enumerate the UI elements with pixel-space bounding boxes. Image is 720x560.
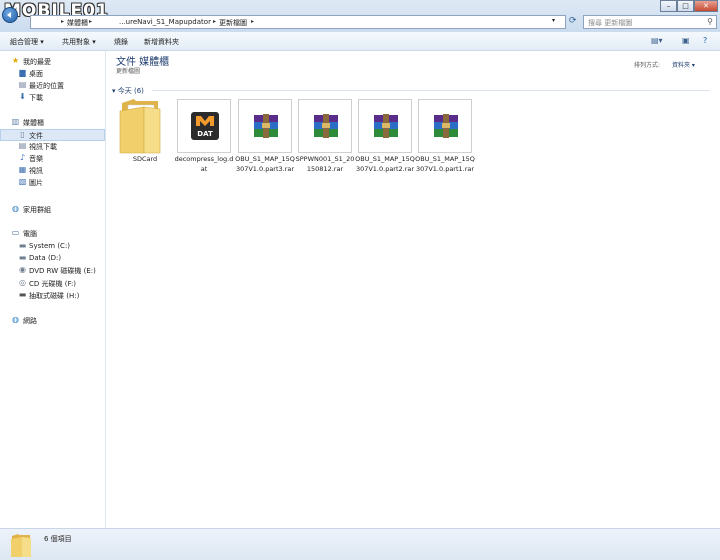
nav-buttons [2, 7, 28, 23]
arrange-by-dropdown[interactable]: 資料夾 ▾ [672, 60, 695, 69]
navigation-pane: ★ 我的最愛 ▆ 桌面 ▤ 最近的位置 ⬇ 下載 ▥ 媒體櫃 ▯ 文件 ▤ 視訊… [0, 51, 106, 528]
folder-icon [11, 534, 31, 557]
maximize-button[interactable]: □ [677, 0, 694, 12]
burn-button[interactable]: 燒錄 [114, 37, 128, 47]
hard-drive-icon: ▬ [18, 253, 27, 262]
svg-text:DAT: DAT [197, 130, 213, 138]
chevron-right-icon: ▸ [89, 18, 93, 25]
nav-video[interactable]: ▦ 視訊 [0, 165, 105, 177]
back-button[interactable] [2, 7, 18, 23]
file-tile-part3-rar[interactable]: OBU_S1_MAP_15Q307V1.0.part3.rar [235, 99, 295, 183]
folder-icon [119, 99, 161, 154]
chevron-right-icon: ▸ [61, 18, 65, 25]
view-options-icon[interactable]: ▤▾ [651, 36, 663, 45]
share-button[interactable]: 共用對象 ▾ [62, 37, 96, 47]
dvd-drive-icon: ◉ [19, 265, 26, 274]
chevron-right-icon: ▸ [251, 18, 255, 25]
file-tile-part1-rar[interactable]: OBU_S1_MAP_15Q307V1.0.part1.rar [415, 99, 475, 183]
chevron-right-icon: ▸ [213, 18, 217, 25]
chevron-down-icon[interactable]: ▾ [552, 17, 555, 24]
file-name: OBU_S1_MAP_15Q307V1.0.part1.rar [415, 155, 475, 173]
thumbnail-frame: DAT [177, 99, 231, 153]
file-tile-sdcard[interactable]: SDCard [118, 99, 172, 183]
file-name: SDCard [132, 155, 158, 163]
address-bar[interactable]: ▸ 媒體櫃 ▸ ...ureNavi_S1_Mapupdator ▸ 更新檔圖 … [30, 15, 566, 29]
library-icon: ▥ [11, 117, 20, 126]
file-name: OBU_S1_MAP_15Q307V1.0.part2.rar [355, 155, 415, 173]
file-tile-decompress-log[interactable]: DAT decompress_log.dat [175, 99, 233, 183]
search-placeholder: 搜尋 更新檔圖 [588, 19, 633, 27]
nav-music[interactable]: ♪ 音樂 [0, 153, 105, 165]
downloads-icon: ⬇ [19, 92, 26, 101]
music-icon: ♪ [19, 153, 26, 162]
nav-documents[interactable]: ▯ 文件 [0, 129, 105, 141]
library-subtitle: 更新檔圖 [116, 68, 141, 75]
computer-icon: ▭ [11, 228, 20, 237]
removable-drive-icon: ▬ [18, 290, 27, 299]
close-button[interactable]: ✕ [694, 0, 718, 12]
homegroup-icon: ◍ [12, 204, 19, 213]
breadcrumb-folder[interactable]: ...ureNavi_S1_Mapupdator [119, 18, 211, 26]
file-name: decompress_log.dat [174, 155, 234, 173]
video-icon: ▦ [18, 165, 27, 174]
nav-drive-d[interactable]: ▬ Data (D:) [0, 253, 105, 265]
nav-videos-download[interactable]: ▤ 視訊下載 [0, 141, 105, 153]
star-icon: ★ [11, 56, 20, 65]
breadcrumb-library[interactable]: 媒體櫃 [67, 18, 88, 28]
search-input[interactable]: 搜尋 更新檔圖 ⚲ [583, 15, 717, 29]
status-bar: 6 個項目 [0, 528, 720, 560]
preview-pane-icon[interactable]: ▣ [682, 36, 690, 45]
nav-favorites[interactable]: ★ 我的最愛 [0, 56, 105, 68]
network-icon: ◍ [12, 315, 19, 324]
file-name: SPPWN001_S1_20150812.rar [295, 155, 355, 173]
arrange-by-label: 排列方式: [634, 62, 661, 69]
recent-places-icon: ▤ [18, 80, 27, 89]
nav-pictures[interactable]: ▧ 圖片 [0, 177, 105, 189]
video-download-icon: ▤ [18, 141, 27, 150]
nav-recent[interactable]: ▤ 最近的位置 [0, 80, 105, 92]
nav-drive-e[interactable]: ◉ DVD RW 磁碟機 (E:) [0, 265, 105, 277]
help-icon[interactable]: ? [703, 36, 707, 45]
hard-drive-icon: ▬ [18, 241, 27, 250]
rar-archive-icon [434, 114, 458, 138]
nav-network[interactable]: ◍ 網路 [0, 315, 105, 327]
picture-icon: ▧ [18, 177, 27, 186]
group-header-today[interactable]: ▾ 今天 (6) [112, 86, 144, 96]
nav-libraries[interactable]: ▥ 媒體櫃 [0, 117, 105, 129]
desktop-icon: ▆ [19, 68, 26, 77]
command-bar: 組合管理 ▾ 共用對象 ▾ 燒錄 新增資料夾 ▤▾ ▣ ? [0, 32, 720, 51]
search-icon[interactable]: ⚲ [707, 17, 713, 26]
window-controls: – □ ✕ [660, 0, 720, 13]
nav-homegroup[interactable]: ◍ 家用群組 [0, 204, 105, 216]
file-tile-sppwn-rar[interactable]: SPPWN001_S1_20150812.rar [296, 99, 354, 183]
file-tile-part2-rar[interactable]: OBU_S1_MAP_15Q307V1.0.part2.rar [355, 99, 415, 183]
nav-desktop[interactable]: ▆ 桌面 [0, 68, 105, 80]
new-folder-button[interactable]: 新增資料夾 [144, 37, 179, 47]
thumbnail-frame [238, 99, 292, 153]
nav-drive-c[interactable]: ▬ System (C:) [0, 241, 105, 253]
dat-file-icon: DAT [191, 112, 219, 140]
organize-button[interactable]: 組合管理 ▾ [10, 37, 44, 47]
nav-computer[interactable]: ▭ 電腦 [0, 228, 105, 240]
breadcrumb-current[interactable]: 更新檔圖 [219, 18, 247, 28]
nav-drive-f[interactable]: ◎ CD 光碟機 (F:) [0, 278, 105, 290]
group-divider [152, 90, 710, 91]
nav-drive-h[interactable]: ▬ 抽取式磁碟 (H:) [0, 290, 105, 302]
rar-archive-icon [254, 114, 278, 138]
document-icon: ▯ [20, 130, 25, 139]
item-count: 6 個項目 [44, 535, 72, 543]
cd-drive-icon: ◎ [19, 278, 26, 287]
refresh-icon[interactable]: ⟳ [569, 16, 577, 26]
thumbnail-frame [358, 99, 412, 153]
thumbnail-frame [418, 99, 472, 153]
minimize-button[interactable]: – [660, 0, 677, 12]
rar-archive-icon [374, 114, 398, 138]
thumbnail-frame [298, 99, 352, 153]
rar-archive-icon [314, 114, 338, 138]
nav-downloads[interactable]: ⬇ 下載 [0, 92, 105, 104]
file-name: OBU_S1_MAP_15Q307V1.0.part3.rar [235, 155, 295, 173]
